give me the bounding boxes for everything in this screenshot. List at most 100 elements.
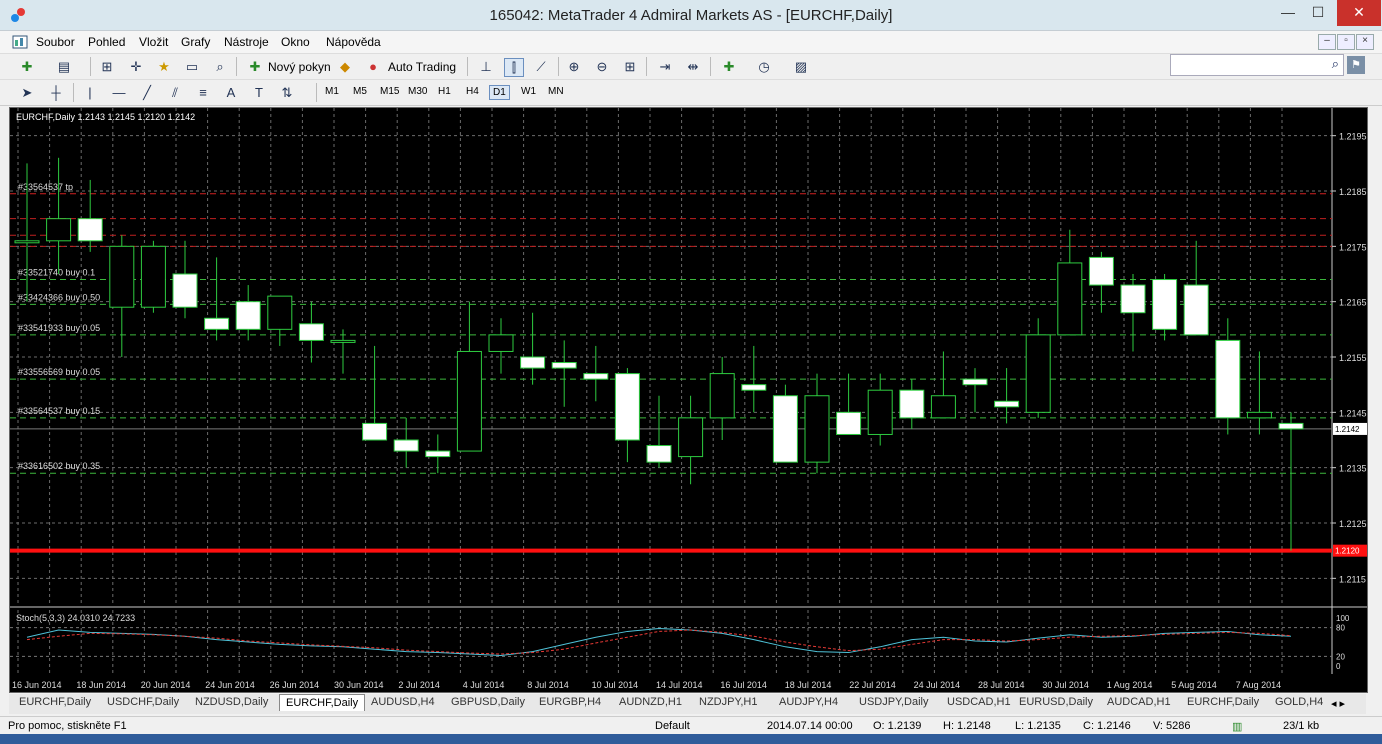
auto-scroll-icon[interactable]: ⇥ <box>656 58 674 75</box>
equidistant-channel-icon[interactable]: ⫽ <box>166 84 184 101</box>
mdi-minimize-button[interactable]: – <box>1318 34 1336 50</box>
date-label: 5 Aug 2014 <box>1171 680 1217 690</box>
data-window-icon[interactable]: ✛ <box>127 58 145 75</box>
chart-tab[interactable]: GBPUSD,Daily <box>447 696 529 708</box>
chart-tab[interactable]: EURCHF,Daily <box>279 694 366 711</box>
candlestick-chart-icon[interactable]: ⫿ <box>504 58 524 77</box>
chart-tab[interactable]: AUDUSD,H4 <box>367 696 439 708</box>
chart-tab[interactable]: AUDNZD,H1 <box>615 696 686 708</box>
candle-body <box>1278 422 1304 430</box>
bar-chart-icon[interactable]: ⊥ <box>477 58 495 75</box>
menu-nastroje[interactable]: Nástroje <box>224 35 269 49</box>
timeframe-m1[interactable]: M1 <box>322 85 342 98</box>
timeframe-d1[interactable]: D1 <box>489 85 510 100</box>
timeframe-mn[interactable]: MN <box>545 85 567 98</box>
candle-body <box>1120 284 1146 314</box>
templates-icon[interactable]: ▨ <box>792 58 810 75</box>
tab-scroll-icon[interactable]: ◂ ▸ <box>1327 694 1349 714</box>
toolbar-separator <box>90 57 91 76</box>
menu-grafy[interactable]: Grafy <box>181 35 210 49</box>
profiles-icon[interactable]: ▤ <box>55 58 73 75</box>
chart-tab[interactable]: USDCAD,H1 <box>943 696 1015 708</box>
chart-tab[interactable]: EURGBP,H4 <box>535 696 605 708</box>
timeframe-h1[interactable]: H1 <box>435 85 454 98</box>
new-order-icon[interactable]: ✚ <box>246 58 264 75</box>
chart-tab[interactable]: EURCHF,Daily <box>15 696 95 708</box>
date-label: 10 Jul 2014 <box>592 680 639 690</box>
market-watch-icon[interactable]: ⊞ <box>98 58 116 75</box>
candle-body <box>1057 262 1083 336</box>
menu-vlozit[interactable]: Vložit <box>139 35 168 49</box>
chart-tab[interactable]: USDJPY,Daily <box>855 696 933 708</box>
menu-napoveda[interactable]: Nápověda <box>326 35 381 49</box>
zoom-out-icon[interactable]: ⊖ <box>593 58 611 75</box>
chart-tab[interactable]: NZDUSD,Daily <box>191 696 272 708</box>
status-datetime: 2014.07.14 00:00 <box>767 720 853 732</box>
auto-trading-button[interactable]: Auto Trading <box>388 60 456 74</box>
text-icon[interactable]: A <box>222 84 240 101</box>
candle-body <box>994 400 1020 408</box>
window-title: 165042: MetaTrader 4 Admiral Markets AS … <box>489 7 893 24</box>
line-chart-icon[interactable]: ⟋ <box>532 58 550 75</box>
candle-body <box>551 362 577 369</box>
minimize-button[interactable]: — <box>1273 0 1303 26</box>
terminal-icon[interactable]: ▭ <box>183 58 201 75</box>
date-label: 18 Jul 2014 <box>785 680 832 690</box>
menu-okno[interactable]: Okno <box>281 35 310 49</box>
candle-body <box>1088 256 1114 286</box>
candle-body <box>772 395 798 463</box>
chart-tab[interactable]: NZDJPY,H1 <box>695 696 761 708</box>
indicators-icon[interactable]: ✚ <box>720 58 738 75</box>
menu-pohled[interactable]: Pohled <box>88 35 125 49</box>
toolbar-separator <box>467 57 468 76</box>
tile-windows-icon[interactable]: ⊞ <box>621 58 639 75</box>
chart-tab[interactable]: USDCHF,Daily <box>103 696 183 708</box>
candle-body <box>804 395 830 463</box>
menu-soubor[interactable]: Soubor <box>36 35 75 49</box>
chart-window[interactable]: 1.2195 1.2185 1.2175 1.2165 1.2155 1.2145 1.21… <box>9 107 1368 693</box>
navigator-icon[interactable]: ★ <box>155 58 173 75</box>
menu-bar: Soubor Pohled Vložit Grafy Nástroje Okno… <box>0 31 1382 54</box>
timeframe-m30[interactable]: M30 <box>405 85 430 98</box>
timeframe-m15[interactable]: M15 <box>377 85 402 98</box>
chart-window-icon[interactable] <box>12 34 28 50</box>
close-button[interactable]: ✕ <box>1337 0 1381 26</box>
candle-body <box>456 350 482 452</box>
price-chart[interactable]: 1.2195 1.2185 1.2175 1.2165 1.2155 1.2145 1.21… <box>10 108 1367 692</box>
chart-tab[interactable]: AUDCAD,H1 <box>1103 696 1175 708</box>
candle-body <box>583 373 609 380</box>
zoom-in-icon[interactable]: ⊕ <box>565 58 583 75</box>
community-icon[interactable]: ⚑ <box>1347 56 1365 74</box>
timeframe-w1[interactable]: W1 <box>518 85 539 98</box>
maximize-button[interactable]: ☐ <box>1303 0 1333 26</box>
cursor-icon[interactable]: ➤ <box>18 84 36 101</box>
new-order-button[interactable]: Nový pokyn <box>268 60 331 74</box>
mdi-restore-button[interactable]: ▫ <box>1337 34 1355 50</box>
candle-body <box>1215 339 1241 419</box>
chart-shift-icon[interactable]: ⇹ <box>684 58 702 75</box>
arrows-icon[interactable]: ⇅ <box>278 84 296 101</box>
horizontal-line-icon[interactable]: — <box>110 84 128 101</box>
timeframe-h4[interactable]: H4 <box>463 85 482 98</box>
timeframe-m5[interactable]: M5 <box>350 85 370 98</box>
trendline-icon[interactable]: ╱ <box>138 84 156 101</box>
meta-editor-icon[interactable]: ◆ <box>336 58 354 75</box>
crosshair-icon[interactable]: ┼ <box>47 84 65 101</box>
search-input[interactable]: ⌕ <box>1170 54 1344 76</box>
periods-icon[interactable]: ◷ <box>755 58 773 75</box>
vertical-line-icon[interactable]: | <box>81 84 99 101</box>
chart-tab[interactable]: AUDJPY,H4 <box>775 696 842 708</box>
candle-body <box>709 373 735 419</box>
chart-tab[interactable]: EURCHF,Daily <box>1183 696 1263 708</box>
chart-tab[interactable]: EURUSD,Daily <box>1015 696 1097 708</box>
mdi-close-button[interactable]: × <box>1356 34 1374 50</box>
date-label: 18 Jun 2014 <box>76 680 126 690</box>
order-label: #33424366 buy 0.50 <box>18 292 100 302</box>
strategy-tester-icon[interactable]: ⌕ <box>211 58 229 75</box>
text-label-icon[interactable]: T <box>250 84 268 101</box>
fibonacci-icon[interactable]: ≡ <box>194 84 212 101</box>
chart-tab[interactable]: GOLD,H4 <box>1271 696 1327 708</box>
auto-trading-icon[interactable]: ● <box>364 58 382 75</box>
search-icon[interactable]: ⌕ <box>1332 56 1339 72</box>
new-chart-icon[interactable]: ✚ <box>18 58 36 75</box>
